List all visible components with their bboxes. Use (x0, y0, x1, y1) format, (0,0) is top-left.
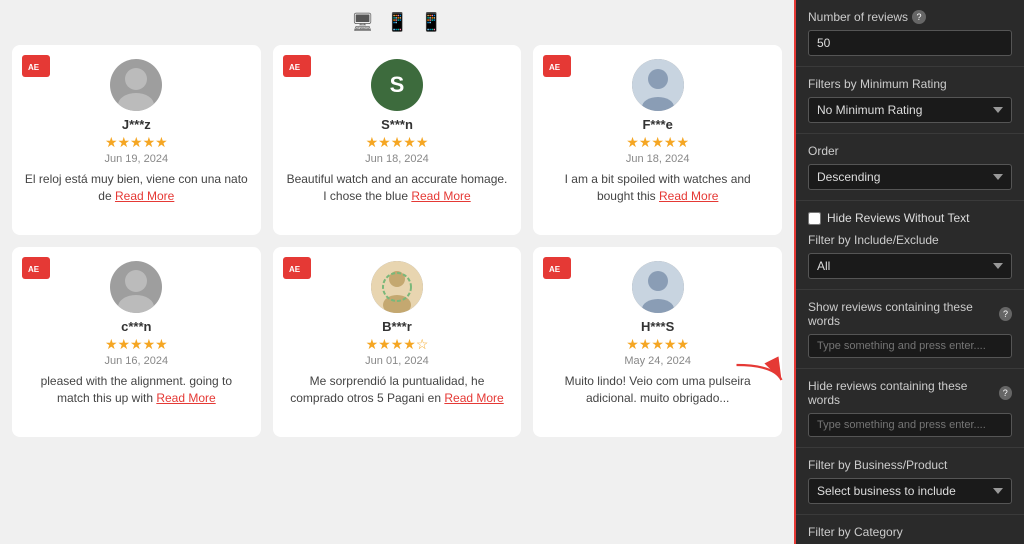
order-select[interactable]: Descending Ascending (808, 164, 1012, 190)
star-rating: ★★★★★ (626, 336, 689, 353)
read-more-link[interactable]: Read More (115, 189, 174, 203)
arrow-indicator (729, 350, 789, 415)
star-rating: ★★★★★ (626, 134, 689, 151)
read-more-link[interactable]: Read More (411, 189, 470, 203)
reviewer-name: c***n (121, 319, 151, 334)
review-date: Jun 18, 2024 (626, 153, 690, 165)
review-text: I am a bit spoiled with watches and boug… (545, 171, 770, 205)
review-date: Jun 19, 2024 (105, 153, 169, 165)
num-reviews-info-icon[interactable]: ? (912, 10, 926, 24)
review-text: pleased with the alignment. going to mat… (24, 373, 249, 407)
hide-reviews-row: Hide Reviews Without Text (808, 211, 1012, 225)
review-date: Jun 18, 2024 (365, 153, 429, 165)
aliexpress-badge: AE (22, 257, 50, 279)
show-words-section: Show reviews containing these words ? (796, 290, 1024, 369)
review-date: Jun 16, 2024 (105, 355, 169, 367)
filter-category-section: Filter by Category Select categories to … (796, 515, 1024, 544)
review-date: May 24, 2024 (624, 355, 691, 367)
review-card: AE B***r ★★★★☆ Jun 01, 2024 Me sorprendió l… (273, 247, 522, 437)
svg-text:AE: AE (289, 265, 301, 274)
show-words-header: Show reviews containing these words ? (808, 300, 1012, 328)
reviewer-name: H***S (641, 319, 674, 334)
review-card: AE J***z ★★★★★ Jun 19, 2024 El reloj está m… (12, 45, 261, 235)
min-rating-section: Filters by Minimum Rating No Minimum Rat… (796, 67, 1024, 134)
avatar: S (371, 59, 423, 111)
aliexpress-badge: AE (543, 257, 571, 279)
reviewer-name: J***z (122, 117, 151, 132)
review-card: AE c***n ★★★★★ Jun 16, 2024 pleased with th… (12, 247, 261, 437)
read-more-link[interactable]: Read More (444, 391, 503, 405)
mobile-icon[interactable]: 📱 (420, 12, 442, 33)
aliexpress-badge: AE (22, 55, 50, 77)
filter-business-section: Filter by Business/Product Select busine… (796, 448, 1024, 515)
order-label: Order (808, 144, 1012, 158)
show-words-info-icon[interactable]: ? (999, 307, 1012, 321)
min-rating-label: Filters by Minimum Rating (808, 77, 1012, 91)
review-text: El reloj está muy bien, viene con una na… (24, 171, 249, 205)
hide-reviews-section: Hide Reviews Without Text Filter by Incl… (796, 201, 1024, 290)
star-rating: ★★★★★ (366, 134, 429, 151)
avatar (632, 59, 684, 111)
hide-words-header: Hide reviews containing these words ? (808, 379, 1012, 407)
sidebar: Number of reviews ? Filters by Minimum R… (794, 0, 1024, 544)
review-date: Jun 01, 2024 (365, 355, 429, 367)
reviewer-name: S***n (381, 117, 413, 132)
avatar (110, 59, 162, 111)
review-card: AE S S***n ★★★★★ Jun 18, 2024 Beautiful watc… (273, 45, 522, 235)
read-more-link[interactable]: Read More (156, 391, 215, 405)
reviewer-name: F***e (642, 117, 672, 132)
svg-text:AE: AE (549, 63, 561, 72)
hide-words-section: Hide reviews containing these words ? (796, 369, 1024, 448)
svg-text:AE: AE (549, 265, 561, 274)
filter-business-select[interactable]: Select business to include (808, 478, 1012, 504)
avatar (371, 261, 423, 313)
aliexpress-badge: AE (283, 55, 311, 77)
hide-reviews-checkbox[interactable] (808, 212, 821, 225)
star-rating: ★★★★★ (105, 134, 168, 151)
read-more-link[interactable]: Read More (659, 189, 718, 203)
hide-reviews-label[interactable]: Hide Reviews Without Text (827, 211, 970, 225)
reviewer-name: B***r (382, 319, 412, 334)
reviews-grid: AE J***z ★★★★★ Jun 19, 2024 El reloj está m… (12, 45, 782, 437)
order-section: Order Descending Ascending (796, 134, 1024, 201)
hide-words-label: Hide reviews containing these words (808, 379, 995, 407)
filter-business-label: Filter by Business/Product (808, 458, 1012, 472)
filter-category-label: Filter by Category (808, 525, 1012, 539)
review-card: AE F***e ★★★★★ Jun 18, 2024 I am a bit spoi… (533, 45, 782, 235)
tablet-icon[interactable]: 📱 (386, 12, 408, 33)
svg-text:AE: AE (28, 63, 40, 72)
aliexpress-badge: AE (543, 55, 571, 77)
filter-include-exclude-label: Filter by Include/Exclude (808, 233, 1012, 247)
star-rating: ★★★★★ (105, 336, 168, 353)
show-words-label: Show reviews containing these words (808, 300, 995, 328)
avatar (632, 261, 684, 313)
svg-text:AE: AE (28, 265, 40, 274)
num-reviews-label: Number of reviews ? (808, 10, 1012, 24)
show-words-input[interactable] (808, 334, 1012, 358)
num-reviews-section: Number of reviews ? (796, 0, 1024, 67)
desktop-icon[interactable]: 🖥 (351, 12, 374, 33)
svg-text:AE: AE (289, 63, 301, 72)
hide-words-input[interactable] (808, 413, 1012, 437)
avatar (110, 261, 162, 313)
aliexpress-badge: AE (283, 257, 311, 279)
review-text: Me sorprendió la puntualidad, he comprad… (285, 373, 510, 407)
main-content: 🖥 📱 📱 AE J***z ★★★★★ Jun 19, 2024 El reloj … (0, 0, 794, 544)
filter-include-exclude-select[interactable]: All Include Exclude (808, 253, 1012, 279)
review-text: Beautiful watch and an accurate homage. … (285, 171, 510, 205)
device-bar: 🖥 📱 📱 (12, 12, 782, 33)
hide-words-info-icon[interactable]: ? (999, 386, 1012, 400)
min-rating-select[interactable]: No Minimum Rating (808, 97, 1012, 123)
star-rating: ★★★★☆ (366, 336, 429, 353)
num-reviews-input[interactable] (808, 30, 1012, 56)
